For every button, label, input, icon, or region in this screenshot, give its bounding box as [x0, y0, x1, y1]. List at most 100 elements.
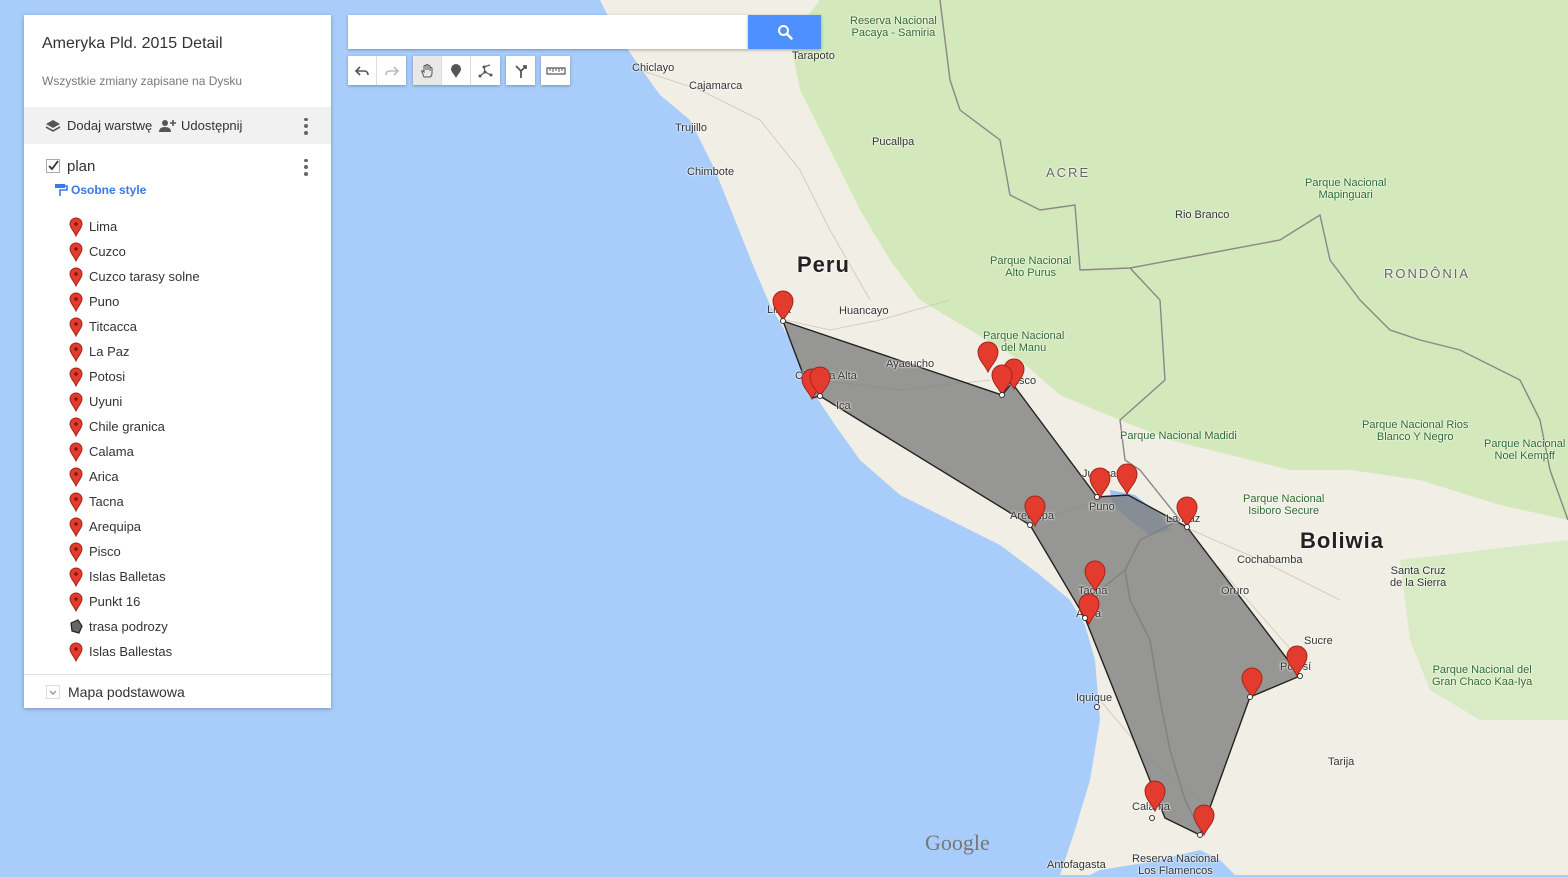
- marker-icon[interactable]: [1024, 495, 1046, 527]
- feature-item[interactable]: Potosi: [24, 365, 331, 390]
- feature-label: Cuzco tarasy solne: [89, 269, 200, 284]
- layer-header: plan: [24, 155, 331, 181]
- feature-item[interactable]: Chile granica: [24, 415, 331, 440]
- feature-label: Titcacca: [89, 319, 137, 334]
- marker-icon[interactable]: [1116, 463, 1138, 495]
- feature-label: Uyuni: [89, 394, 123, 409]
- redo-icon: [384, 65, 399, 76]
- feature-label: La Paz: [89, 344, 130, 359]
- add-layer-label: Dodaj warstwę: [67, 118, 153, 133]
- edit-tools-group: [413, 56, 500, 85]
- ruler-icon: [545, 66, 566, 75]
- marker-icon[interactable]: [1078, 593, 1100, 625]
- layers-icon: [45, 119, 61, 132]
- feature-label: Tacna: [89, 494, 124, 509]
- feature-label: Islas Balletas: [89, 569, 166, 584]
- save-status: Wszystkie zmiany zapisane na Dysku: [42, 74, 243, 88]
- marker-icon[interactable]: [1241, 667, 1263, 699]
- search-input[interactable]: [348, 15, 748, 49]
- hand-tool-button[interactable]: [413, 56, 442, 85]
- feature-item[interactable]: Islas Ballestas: [24, 640, 331, 665]
- marker-icon: [69, 317, 83, 338]
- marker-icon: [69, 242, 83, 263]
- marker-add-icon: [451, 63, 461, 78]
- feature-item[interactable]: Arica: [24, 465, 331, 490]
- marker-icon[interactable]: [1176, 496, 1198, 528]
- marker-icon[interactable]: [772, 290, 794, 322]
- feature-item[interactable]: Lima: [24, 215, 331, 240]
- marker-icon: [69, 217, 83, 238]
- marker-icon: [69, 367, 83, 388]
- marker-icon: [69, 517, 83, 538]
- marker-icon: [69, 642, 83, 663]
- chevron-down-icon[interactable]: [46, 685, 60, 699]
- draw-line-button[interactable]: [471, 56, 500, 85]
- draw-line-icon: [478, 63, 492, 77]
- feature-item[interactable]: Uyuni: [24, 390, 331, 415]
- search-button[interactable]: [748, 15, 821, 49]
- feature-item[interactable]: Punkt 16: [24, 590, 331, 615]
- feature-label: Potosi: [89, 369, 126, 384]
- feature-item[interactable]: Cuzco tarasy solne: [24, 265, 331, 290]
- feature-label: Pisco: [89, 544, 121, 559]
- undo-button[interactable]: [348, 56, 377, 85]
- feature-item[interactable]: La Paz: [24, 340, 331, 365]
- layer-menu-icon[interactable]: [296, 157, 316, 177]
- individual-styles-link[interactable]: Osobne style: [55, 183, 147, 197]
- marker-icon: [69, 542, 83, 563]
- redo-button[interactable]: [377, 56, 406, 85]
- feature-label: Arica: [89, 469, 119, 484]
- marker-icon[interactable]: [1286, 645, 1308, 677]
- feature-item[interactable]: Puno: [24, 290, 331, 315]
- feature-item[interactable]: Pisco: [24, 540, 331, 565]
- base-map-label: Mapa podstawowa: [68, 684, 185, 700]
- marker-icon: [69, 342, 83, 363]
- marker-icon[interactable]: [1193, 804, 1215, 836]
- directions-icon: [514, 64, 527, 78]
- feature-item[interactable]: Calama: [24, 440, 331, 465]
- base-map-row[interactable]: Mapa podstawowa: [24, 683, 331, 707]
- hand-icon: [421, 63, 433, 77]
- undo-icon: [355, 65, 369, 76]
- feature-item[interactable]: Arequipa: [24, 515, 331, 540]
- feature-item[interactable]: Tacna: [24, 490, 331, 515]
- feature-list: Lima Cuzco Cuzco tarasy solne Puno Titca…: [24, 215, 331, 665]
- marker-icon: [69, 267, 83, 288]
- individual-styles-label: Osobne style: [71, 183, 147, 197]
- feature-item[interactable]: Titcacca: [24, 315, 331, 340]
- marker-icon: [69, 492, 83, 513]
- polygon-icon: [69, 617, 83, 637]
- feature-label: Chile granica: [89, 419, 165, 434]
- add-marker-button[interactable]: [442, 56, 471, 85]
- divider: [24, 674, 331, 675]
- measure-button[interactable]: [541, 56, 570, 85]
- map-title[interactable]: Ameryka Pld. 2015 Detail: [42, 35, 223, 53]
- marker-icon: [69, 467, 83, 488]
- panel-menu-icon[interactable]: [296, 116, 316, 136]
- feature-label: Cuzco: [89, 244, 126, 259]
- marker-icon[interactable]: [1084, 560, 1106, 592]
- marker-icon: [69, 442, 83, 463]
- marker-icon: [69, 567, 83, 588]
- feature-item[interactable]: Islas Balletas: [24, 565, 331, 590]
- feature-item[interactable]: Cuzco: [24, 240, 331, 265]
- panel-toolbar: Dodaj warstwę Udostępnij: [24, 107, 331, 144]
- marker-icon: [69, 292, 83, 313]
- layer-checkbox[interactable]: [46, 159, 60, 173]
- marker-icon[interactable]: [991, 364, 1013, 396]
- feature-label: Islas Ballestas: [89, 644, 173, 659]
- share-button[interactable]: Udostępnij: [158, 107, 242, 144]
- feature-item[interactable]: trasa podrozy: [24, 615, 331, 640]
- directions-button[interactable]: [506, 56, 535, 85]
- paint-roller-icon: [55, 184, 68, 196]
- marker-icon: [69, 417, 83, 438]
- google-logo: Google: [925, 830, 990, 855]
- marker-icon[interactable]: [1144, 780, 1166, 812]
- add-layer-button[interactable]: Dodaj warstwę: [44, 107, 152, 144]
- add-person-icon: [159, 119, 176, 132]
- search-icon: [777, 25, 793, 40]
- layer-name[interactable]: plan: [67, 158, 95, 175]
- measure-group: [541, 56, 570, 85]
- marker-icon[interactable]: [1089, 467, 1111, 499]
- undo-redo-group: [348, 56, 406, 85]
